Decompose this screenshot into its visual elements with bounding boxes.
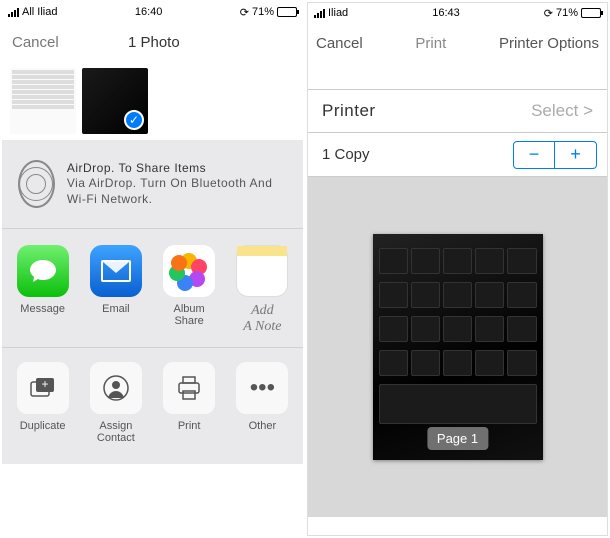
- thumbnail-item-selected[interactable]: ✓: [82, 68, 148, 134]
- decrement-button[interactable]: −: [513, 141, 555, 169]
- duplicate-action[interactable]: + Duplicate: [11, 362, 75, 444]
- carrier-label: All Iliad: [22, 6, 57, 18]
- clock: 16:43: [348, 7, 544, 19]
- notes-icon: [236, 245, 288, 297]
- check-icon: ✓: [124, 110, 144, 130]
- printer-options-screen: Iliad 16:43 ⟳ 71% Cancel Print Printer O…: [307, 2, 608, 536]
- print-preview-page[interactable]: Page 1: [373, 234, 543, 460]
- print-action[interactable]: Print: [157, 362, 221, 444]
- print-icon: [163, 362, 215, 414]
- messages-app[interactable]: Message: [11, 245, 75, 335]
- app-label: Message: [11, 303, 75, 315]
- print-preview-area: Page 1: [308, 177, 607, 517]
- duplicate-icon: +: [17, 362, 69, 414]
- status-bar: Iliad 16:43 ⟳ 71%: [308, 3, 607, 23]
- signal-icon: [314, 9, 325, 18]
- more-icon: •••: [236, 362, 288, 414]
- contact-icon: [90, 362, 142, 414]
- print-button[interactable]: Print: [415, 35, 446, 52]
- nav-title: 1 Photo: [59, 34, 249, 51]
- share-apps-row: Message Email Album Sha: [2, 228, 303, 347]
- email-app[interactable]: Email: [84, 245, 148, 335]
- battery-icon: [581, 8, 601, 18]
- airdrop-title: AirDrop. To Share Items: [67, 161, 287, 177]
- action-label: Print: [157, 420, 221, 432]
- app-label-l1: Add: [230, 303, 294, 319]
- photos-icon: [163, 245, 215, 297]
- mail-icon: [90, 245, 142, 297]
- share-sheet-screen: All Iliad 16:40 ⟳ 71% Cancel 1 Photo ✓: [2, 2, 303, 536]
- thumbnail-item[interactable]: [10, 68, 76, 134]
- printer-select-row[interactable]: Printer Select >: [308, 89, 607, 133]
- status-bar: All Iliad 16:40 ⟳ 71%: [2, 2, 303, 22]
- nav-title: Printer Options: [499, 35, 599, 52]
- app-label: Email: [84, 303, 148, 315]
- action-label-l1: Assign: [84, 420, 148, 432]
- action-label-l2: Contact: [84, 432, 148, 444]
- battery-icon: [277, 7, 297, 17]
- nav-bar: Cancel Print Printer Options: [308, 23, 607, 63]
- actions-row: + Duplicate Assign Contact Print: [2, 347, 303, 464]
- copies-label: 1 Copy: [322, 146, 370, 163]
- shared-album-app[interactable]: Album Share: [157, 245, 221, 335]
- assign-contact-action[interactable]: Assign Contact: [84, 362, 148, 444]
- action-label: Duplicate: [11, 420, 75, 432]
- increment-button[interactable]: +: [555, 141, 597, 169]
- battery-pct: 71%: [556, 7, 578, 19]
- cancel-button[interactable]: Cancel: [316, 35, 363, 52]
- airdrop-icon: [18, 160, 55, 208]
- copy-stepper: − +: [513, 141, 597, 169]
- app-label-l1: Album: [157, 303, 221, 315]
- cancel-button[interactable]: Cancel: [12, 34, 59, 51]
- nav-bar: Cancel 1 Photo: [2, 22, 303, 62]
- printer-label: Printer: [322, 101, 376, 121]
- messages-icon: [17, 245, 69, 297]
- page-badge: Page 1: [427, 427, 488, 450]
- printer-select-value: Select >: [531, 101, 593, 121]
- battery-pct: 71%: [252, 6, 274, 18]
- photo-thumbnails: ✓: [2, 62, 303, 140]
- action-label: Other: [230, 420, 294, 432]
- carrier-label: Iliad: [328, 7, 348, 19]
- other-action[interactable]: ••• Other: [230, 362, 294, 444]
- clock: 16:40: [57, 6, 239, 18]
- copies-row: 1 Copy − +: [308, 133, 607, 177]
- app-label-l2: A Note: [230, 319, 294, 335]
- signal-icon: [8, 8, 19, 17]
- airdrop-section[interactable]: AirDrop. To Share Items Via AirDrop. Tur…: [2, 150, 303, 218]
- airdrop-subtitle: Via AirDrop. Turn On Bluetooth And Wi-Fi…: [67, 176, 287, 207]
- rotation-lock-icon: ⟳: [240, 6, 249, 19]
- add-note-app[interactable]: Add A Note: [230, 245, 294, 335]
- app-label-l2: Share: [157, 315, 221, 327]
- rotation-lock-icon: ⟳: [544, 7, 553, 20]
- svg-text:+: +: [41, 377, 48, 391]
